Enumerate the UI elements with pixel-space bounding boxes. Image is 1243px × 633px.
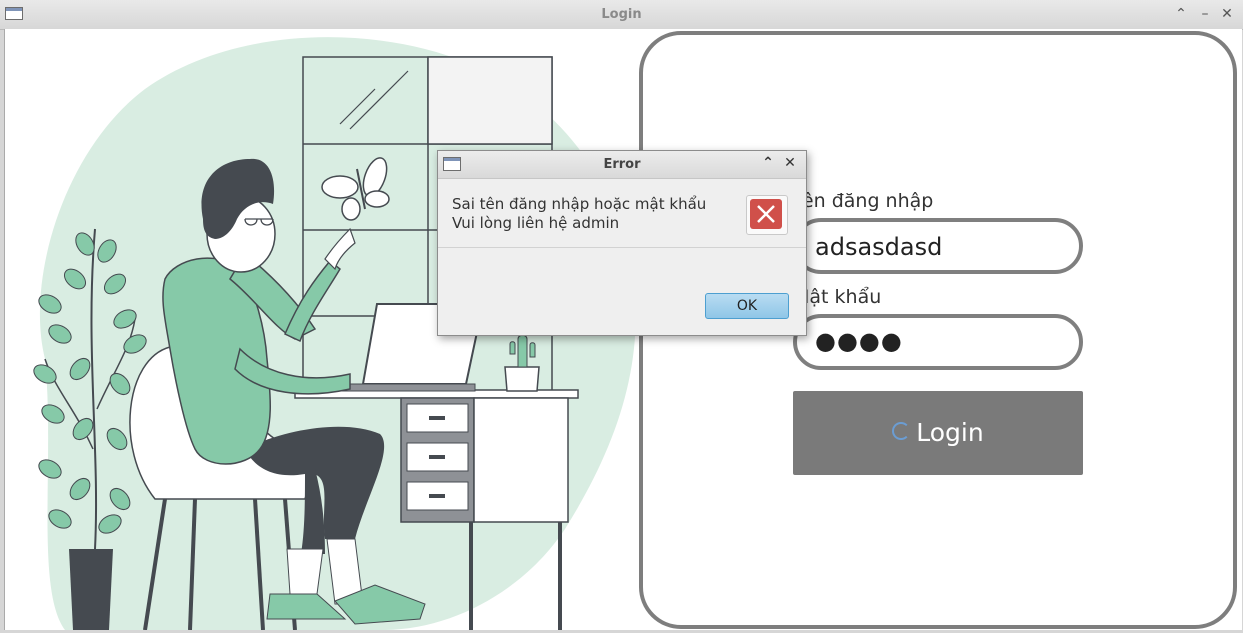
window-title: Login (601, 7, 642, 22)
dialog-close-icon[interactable]: ✕ (782, 155, 798, 171)
username-field[interactable]: adsasdasd (793, 218, 1083, 274)
collapse-window-icon[interactable]: ⌃ (1173, 6, 1189, 22)
error-icon (746, 195, 788, 235)
error-dialog: Error ⌃ ✕ Sai tên đăng nhập hoặc mật khẩ… (437, 150, 807, 336)
dialog-message: Sai tên đăng nhập hoặc mật khẩu Vui lòng… (452, 195, 706, 233)
dialog-titlebar[interactable]: Error ⌃ ✕ (438, 151, 806, 179)
dialog-collapse-icon[interactable]: ⌃ (760, 155, 776, 171)
window-titlebar: Login ⌃ – ✕ (0, 0, 1243, 30)
ok-button[interactable]: OK (705, 293, 789, 319)
minimize-window-icon[interactable]: – (1197, 6, 1213, 22)
login-button-label: Login (916, 418, 984, 447)
password-field[interactable]: ●●●● (793, 314, 1083, 370)
dialog-message-line1: Sai tên đăng nhập hoặc mật khẩu (452, 195, 707, 213)
loading-spinner-icon (892, 422, 911, 440)
dialog-separator (438, 247, 806, 248)
dialog-message-line2: Vui lòng liên hệ admin (452, 214, 620, 232)
password-mask: ●●●● (815, 327, 903, 355)
login-button[interactable]: Login (793, 391, 1083, 475)
username-label: Tên đăng nhập (793, 190, 934, 212)
username-value: adsasdasd (815, 233, 943, 261)
close-window-icon[interactable]: ✕ (1219, 6, 1235, 22)
dialog-title: Error (603, 157, 641, 172)
